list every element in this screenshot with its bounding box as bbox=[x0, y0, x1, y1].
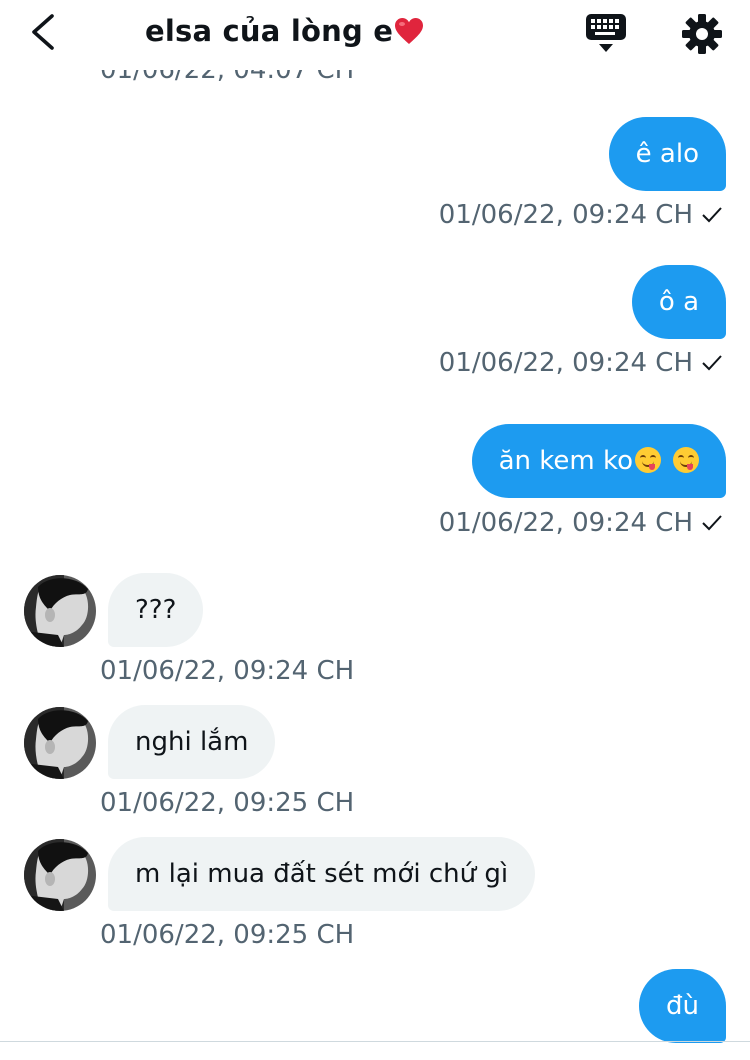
sender-avatar[interactable] bbox=[24, 707, 96, 779]
back-arrow-icon bbox=[32, 14, 54, 50]
message-timestamp: 01/06/22, 09:24 CH bbox=[100, 656, 354, 686]
message-timestamp-text: 01/06/22, 09:24 CH bbox=[438, 200, 693, 230]
outgoing-message-bubble[interactable]: ô a bbox=[631, 265, 726, 339]
message-timestamp-text: 01/06/22, 09:24 CH bbox=[438, 508, 693, 538]
composer-divider bbox=[0, 1041, 750, 1042]
message-timestamp: 01/06/22, 09:25 CH bbox=[100, 920, 354, 950]
message-text: ăn kem ko bbox=[498, 446, 633, 476]
message-timestamp-clipped-text: 01/06/22, 04:07 CH bbox=[100, 70, 355, 85]
message-text: ê alo bbox=[635, 139, 699, 169]
incoming-message-bubble[interactable]: m lại mua đất sét mới chứ gì bbox=[108, 837, 536, 911]
incoming-message-bubble[interactable]: nghi lắm bbox=[108, 705, 276, 779]
sender-avatar[interactable] bbox=[24, 839, 96, 911]
gear-icon bbox=[682, 14, 722, 54]
check-icon bbox=[702, 207, 722, 223]
message-text: đù bbox=[666, 991, 699, 1021]
check-icon bbox=[702, 355, 722, 371]
message-timestamp: 01/06/22, 09:24 CH bbox=[439, 200, 723, 230]
message-text: nghi lắm bbox=[135, 727, 249, 757]
message-timestamp-text: 01/06/22, 09:25 CH bbox=[100, 788, 355, 818]
avatar-photo bbox=[24, 839, 96, 911]
sender-avatar[interactable] bbox=[24, 575, 96, 647]
keyboard-shortcuts-button[interactable] bbox=[584, 12, 628, 56]
message-timestamp: 01/06/22, 09:25 CH bbox=[100, 788, 354, 818]
message-text: m lại mua đất sét mới chứ gì bbox=[135, 859, 509, 889]
message-text: ??? bbox=[135, 595, 177, 625]
check-icon bbox=[702, 515, 722, 531]
incoming-message-bubble[interactable]: ??? bbox=[108, 573, 204, 647]
conversation-title[interactable]: elsa của lòng e bbox=[145, 14, 424, 48]
message-timestamp-text: 01/06/22, 09:24 CH bbox=[100, 656, 355, 686]
avatar-photo bbox=[24, 707, 96, 779]
yum-emoji-icon bbox=[673, 447, 699, 473]
message-timestamp: 01/06/22, 09:24 CH bbox=[439, 508, 723, 538]
avatar-photo bbox=[24, 575, 96, 647]
chat-header: elsa của lòng e bbox=[0, 0, 750, 70]
message-text: ô a bbox=[658, 287, 699, 317]
message-timestamp: 01/06/22, 09:24 CH bbox=[439, 348, 723, 378]
back-button[interactable] bbox=[22, 10, 66, 54]
yum-emoji-icon bbox=[635, 447, 661, 473]
conversation-title-text: elsa của lòng e bbox=[145, 14, 394, 48]
outgoing-message-bubble[interactable]: đù bbox=[639, 969, 726, 1043]
message-timestamp-clipped: 01/06/22, 04:07 CH bbox=[100, 70, 354, 96]
keyboard-icon bbox=[586, 14, 626, 52]
outgoing-message-bubble[interactable]: ê alo bbox=[608, 117, 726, 191]
settings-button[interactable] bbox=[680, 12, 724, 56]
message-timestamp-text: 01/06/22, 09:25 CH bbox=[100, 920, 355, 950]
heart-emoji-icon bbox=[395, 18, 424, 44]
message-timestamp-text: 01/06/22, 09:24 CH bbox=[438, 348, 693, 378]
outgoing-message-bubble[interactable]: ăn kem ko bbox=[471, 424, 726, 498]
